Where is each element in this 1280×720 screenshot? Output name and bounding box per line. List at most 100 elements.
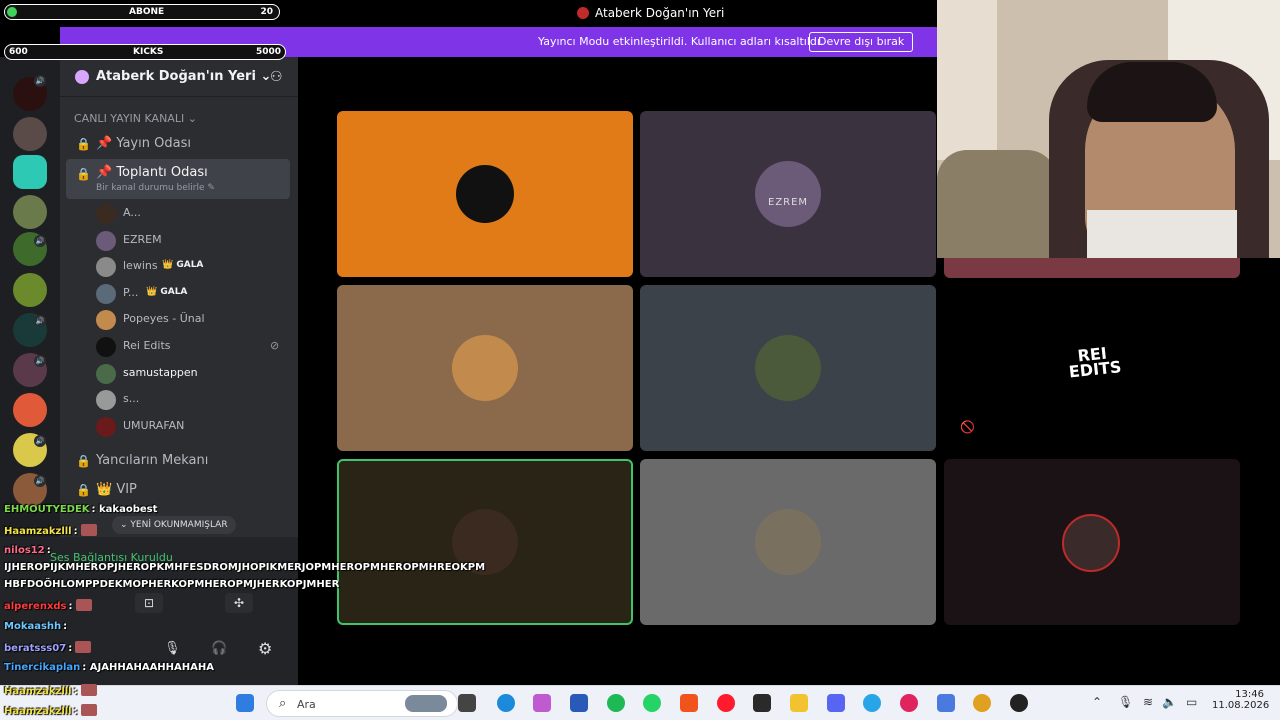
voice-user[interactable]: Popeyes - Ünal xyxy=(96,308,290,332)
avatar xyxy=(96,416,116,437)
wifi-icon[interactable]: ≋ xyxy=(1143,695,1153,709)
server-icon[interactable] xyxy=(13,155,47,189)
channel-yayin-odasi[interactable]: 🔒 📌 Yayın Odası xyxy=(66,129,290,159)
muted-icon: ⊘ xyxy=(270,339,280,352)
channel-vip[interactable]: 🔒 👑 VIP xyxy=(66,475,290,505)
participant-tile[interactable] xyxy=(944,258,1240,278)
taskbar-search[interactable]: ⌕ Ara xyxy=(266,690,458,717)
taskbar: ⌕ Ara ⌃ 🎙 ≋ 🔈 ▭ 13:46 11.08.2026 xyxy=(0,685,1280,720)
opera-icon[interactable] xyxy=(717,694,735,712)
microphone-tray-icon[interactable]: 🎙 xyxy=(1118,695,1133,709)
telegram-icon[interactable] xyxy=(863,694,881,712)
speaker-icon: 🔊 xyxy=(34,235,46,247)
streamer-mode-message: Yayıncı Modu etkinleştirildi. Kullanıcı … xyxy=(538,35,824,48)
server-icon[interactable] xyxy=(13,195,47,229)
voice-user[interactable]: EZREM xyxy=(96,229,290,253)
spotify-icon[interactable] xyxy=(607,694,625,712)
avatar xyxy=(456,165,514,223)
speaker-icon: 🔊 xyxy=(34,315,46,327)
clock-time: 13:46 xyxy=(1235,689,1264,700)
server-icon[interactable] xyxy=(13,393,47,427)
avatar xyxy=(96,363,116,384)
lock-icon: 🔒 xyxy=(76,167,91,181)
screen-share-icon[interactable]: ⊡ xyxy=(135,593,163,613)
copilot-icon[interactable] xyxy=(533,694,551,712)
voice-user[interactable]: Rei Edits ⊘ xyxy=(96,335,290,359)
unread-pill[interactable]: ⌄ YENİ OKUNMAMIŞLAR xyxy=(112,516,236,534)
brave-icon[interactable] xyxy=(680,694,698,712)
edge-icon[interactable] xyxy=(497,694,515,712)
channel-name: Yancıların Mekanı xyxy=(96,453,209,468)
opera-gx-icon[interactable] xyxy=(900,694,918,712)
avatar xyxy=(1062,514,1120,572)
voice-user[interactable]: samustappen xyxy=(96,362,290,386)
voice-user-name: A... xyxy=(123,206,141,219)
server-icon[interactable] xyxy=(13,117,47,151)
speaker-icon: 🔊 xyxy=(34,355,46,367)
tray-overflow-icon[interactable]: ⌃ xyxy=(1092,695,1102,709)
avatar xyxy=(96,230,116,251)
participant-tile[interactable] xyxy=(944,459,1240,625)
avatar xyxy=(755,161,821,227)
participant-tile[interactable] xyxy=(337,285,633,451)
participant-tile[interactable]: EZREM xyxy=(640,111,936,277)
voice-user[interactable]: A... xyxy=(96,202,290,226)
add-member-icon[interactable]: ⚇ xyxy=(270,69,283,85)
volume-icon[interactable]: 🔈 xyxy=(1162,695,1177,709)
whatsapp-icon[interactable] xyxy=(643,694,661,712)
headphones-icon[interactable]: 🎧 xyxy=(211,641,227,656)
clock[interactable]: 13:46 11.08.2026 xyxy=(1212,689,1270,711)
channel-toplanti-odasi[interactable]: 🔒 📌 Toplantı Odası Bir kanal durumu beli… xyxy=(66,159,290,199)
participant-tile-speaking[interactable] xyxy=(337,459,633,625)
avatar xyxy=(755,509,821,575)
lock-icon: 🔒 xyxy=(76,137,91,151)
participant-tile[interactable] xyxy=(640,285,936,451)
battery-icon[interactable]: ▭ xyxy=(1186,695,1197,709)
guild-header[interactable]: Ataberk Doğan'ın Yeri ⌄ ⚇ xyxy=(60,57,298,97)
search-placeholder: Ara xyxy=(297,698,316,711)
speaker-icon: 🔊 xyxy=(34,75,46,87)
category-header[interactable]: CANLI YAYIN KANALI ⌄ xyxy=(74,112,197,125)
task-view-icon[interactable] xyxy=(458,694,476,712)
voice-user[interactable]: s... xyxy=(96,388,290,412)
app-icon[interactable] xyxy=(937,694,955,712)
activities-icon[interactable]: ✣ xyxy=(225,593,253,613)
channel-status-hint[interactable]: Bir kanal durumu belirle ✎ xyxy=(96,183,215,193)
speaker-icon: 🔊 xyxy=(34,475,46,487)
webcam-feed xyxy=(937,0,1280,258)
server-icon[interactable] xyxy=(13,273,47,307)
avatar xyxy=(452,335,518,401)
server-logo-icon xyxy=(577,7,589,19)
app-icon[interactable] xyxy=(753,694,771,712)
kicks-goal-bar: 600 KICKS 5000 xyxy=(4,44,286,60)
microphone-icon[interactable]: 🎙 xyxy=(164,641,181,656)
goal-dot-icon xyxy=(7,7,17,17)
disable-streamer-mode-button[interactable]: Devre dışı bırak xyxy=(809,32,914,52)
settings-gear-icon[interactable]: ⚙ xyxy=(258,639,272,658)
discord-icon[interactable] xyxy=(827,694,845,712)
clock-date: 11.08.2026 xyxy=(1212,700,1270,711)
chrome-icon[interactable] xyxy=(973,694,991,712)
participant-tile[interactable] xyxy=(640,459,936,625)
subscriber-goal-bar: ABONE 20 xyxy=(4,4,280,20)
obs-icon[interactable] xyxy=(1010,694,1028,712)
channel-yancilarin-mekani[interactable]: 🔒 Yancıların Mekanı xyxy=(66,446,290,476)
avatar xyxy=(452,509,518,575)
voice-user-name: lewins xyxy=(123,259,158,273)
voice-user[interactable]: P... 👑 GALA xyxy=(96,282,290,306)
voice-connected-status: Ses Bağlantısı Kuruldu xyxy=(50,551,173,564)
app-icon[interactable] xyxy=(570,694,588,712)
participant-tile[interactable]: REI EDITS 🚫 xyxy=(944,285,1240,451)
voice-user[interactable]: lewins 👑 GALA xyxy=(96,255,290,279)
windows-start-icon[interactable] xyxy=(236,694,254,712)
server-rail: 🔊 🔊 🔊 🔊 🔊 🔊 xyxy=(0,57,60,537)
channel-name: 📌 Toplantı Odası xyxy=(96,165,208,180)
voice-user[interactable]: UMURAFAN xyxy=(96,415,290,439)
role-badge: 👑 GALA xyxy=(146,286,188,297)
avatar xyxy=(755,335,821,401)
voice-user-name: EZREM xyxy=(123,232,162,246)
avatar xyxy=(96,204,116,224)
voice-user-name: P... xyxy=(123,285,139,299)
participant-tile[interactable] xyxy=(337,111,633,277)
file-explorer-icon[interactable] xyxy=(790,694,808,712)
